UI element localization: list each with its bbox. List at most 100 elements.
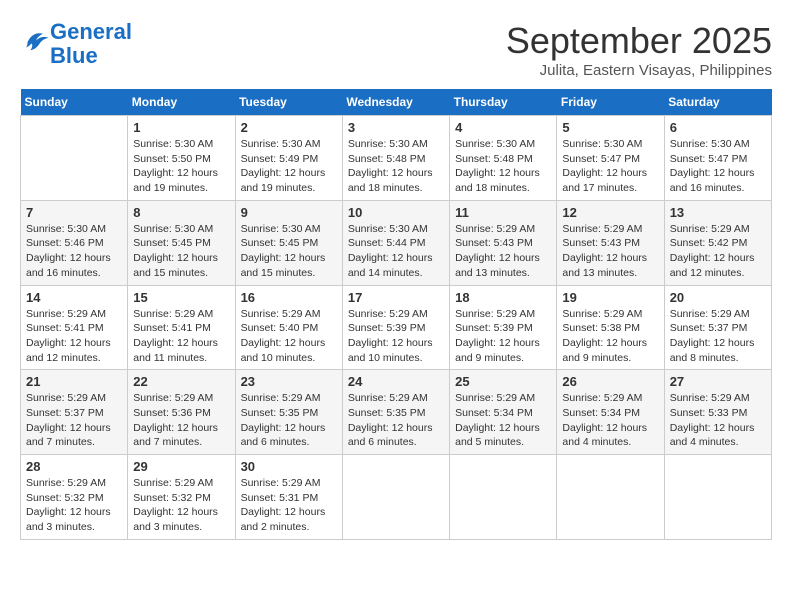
calendar-cell: 27 Sunrise: 5:29 AMSunset: 5:33 PMDayligh… [664,370,771,455]
calendar-cell: 3Sunrise: 5:30 AMSunset: 5:48 PMDaylight… [342,116,449,201]
location-subtitle: Julita, Eastern Visayas, Philippines [506,62,772,79]
page-header: General Blue September 2025 Julita, East… [20,20,772,79]
day-number: 23 [241,374,337,389]
week-row-1: 1Sunrise: 5:30 AMSunset: 5:50 PMDaylight… [21,116,772,201]
day-info: Sunrise: 5:29 AMSunset: 5:34 PMDaylight:… [455,391,551,450]
calendar-cell: 17 Sunrise: 5:29 AMSunset: 5:39 PMDayligh… [342,285,449,370]
calendar-cell [21,116,128,201]
calendar-cell: 6 Sunrise: 5:30 AMSunset: 5:47 PMDaylight… [664,116,771,201]
calendar-cell: 8Sunrise: 5:30 AMSunset: 5:45 PMDaylight… [128,200,235,285]
day-number: 25 [455,374,551,389]
day-info: Sunrise: 5:29 AMSunset: 5:38 PMDaylight:… [562,307,658,366]
calendar-cell: 29 Sunrise: 5:29 AMSunset: 5:32 PMDayligh… [128,455,235,540]
day-number: 18 [455,290,551,305]
day-info: Sunrise: 5:30 AMSunset: 5:47 PMDaylight:… [670,137,766,196]
day-info: Sunrise: 5:30 AMSunset: 5:47 PMDaylight:… [562,137,658,196]
day-info: Sunrise: 5:29 AMSunset: 5:35 PMDaylight:… [241,391,337,450]
day-info: Sunrise: 5:29 AMSunset: 5:41 PMDaylight:… [26,307,122,366]
header-saturday: Saturday [664,89,771,116]
day-info: Sunrise: 5:29 AMSunset: 5:33 PMDaylight:… [670,391,766,450]
header-thursday: Thursday [450,89,557,116]
calendar-table: SundayMondayTuesdayWednesdayThursdayFrid… [20,89,772,540]
week-row-4: 21 Sunrise: 5:29 AMSunset: 5:37 PMDayligh… [21,370,772,455]
day-number: 27 [670,374,766,389]
day-number: 19 [562,290,658,305]
day-info: Sunrise: 5:29 AMSunset: 5:35 PMDaylight:… [348,391,444,450]
day-number: 5 [562,120,658,135]
calendar-cell: 26 Sunrise: 5:29 AMSunset: 5:34 PMDayligh… [557,370,664,455]
day-number: 3 [348,120,444,135]
logo-text: General Blue [50,20,132,68]
calendar-cell: 19 Sunrise: 5:29 AMSunset: 5:38 PMDayligh… [557,285,664,370]
day-number: 24 [348,374,444,389]
day-info: Sunrise: 5:30 AMSunset: 5:49 PMDaylight:… [241,137,337,196]
day-number: 15 [133,290,229,305]
day-info: Sunrise: 5:30 AMSunset: 5:50 PMDaylight:… [133,137,229,196]
day-number: 8 [133,205,229,220]
calendar-cell: 12 Sunrise: 5:29 AMSunset: 5:43 PMDayligh… [557,200,664,285]
calendar-cell: 23 Sunrise: 5:29 AMSunset: 5:35 PMDayligh… [235,370,342,455]
day-number: 6 [670,120,766,135]
calendar-cell [342,455,449,540]
day-number: 30 [241,459,337,474]
calendar-cell: 24 Sunrise: 5:29 AMSunset: 5:35 PMDayligh… [342,370,449,455]
calendar-cell: 5 Sunrise: 5:30 AMSunset: 5:47 PMDaylight… [557,116,664,201]
calendar-cell: 14Sunrise: 5:29 AMSunset: 5:41 PMDayligh… [21,285,128,370]
calendar-cell: 15 Sunrise: 5:29 AMSunset: 5:41 PMDayligh… [128,285,235,370]
calendar-cell [664,455,771,540]
day-number: 11 [455,205,551,220]
day-info: Sunrise: 5:29 AMSunset: 5:32 PMDaylight:… [133,476,229,535]
calendar-cell: 18 Sunrise: 5:29 AMSunset: 5:39 PMDayligh… [450,285,557,370]
calendar-cell: 1Sunrise: 5:30 AMSunset: 5:50 PMDaylight… [128,116,235,201]
day-info: Sunrise: 5:29 AMSunset: 5:41 PMDaylight:… [133,307,229,366]
day-number: 22 [133,374,229,389]
calendar-cell: 25 Sunrise: 5:29 AMSunset: 5:34 PMDayligh… [450,370,557,455]
day-number: 28 [26,459,122,474]
day-info: Sunrise: 5:29 AMSunset: 5:40 PMDaylight:… [241,307,337,366]
calendar-cell: 21 Sunrise: 5:29 AMSunset: 5:37 PMDayligh… [21,370,128,455]
day-number: 16 [241,290,337,305]
logo: General Blue [20,20,132,68]
day-info: Sunrise: 5:29 AMSunset: 5:37 PMDaylight:… [26,391,122,450]
day-number: 12 [562,205,658,220]
day-info: Sunrise: 5:29 AMSunset: 5:31 PMDaylight:… [241,476,337,535]
logo-icon [22,28,50,56]
calendar-cell: 7Sunrise: 5:30 AMSunset: 5:46 PMDaylight… [21,200,128,285]
day-number: 26 [562,374,658,389]
day-info: Sunrise: 5:29 AMSunset: 5:36 PMDaylight:… [133,391,229,450]
header-sunday: Sunday [21,89,128,116]
day-info: Sunrise: 5:29 AMSunset: 5:39 PMDaylight:… [348,307,444,366]
week-row-3: 14Sunrise: 5:29 AMSunset: 5:41 PMDayligh… [21,285,772,370]
day-info: Sunrise: 5:29 AMSunset: 5:37 PMDaylight:… [670,307,766,366]
day-number: 7 [26,205,122,220]
day-number: 29 [133,459,229,474]
calendar-cell: 16 Sunrise: 5:29 AMSunset: 5:40 PMDayligh… [235,285,342,370]
day-number: 2 [241,120,337,135]
header-monday: Monday [128,89,235,116]
month-title: September 2025 [506,20,772,62]
calendar-cell: 2 Sunrise: 5:30 AMSunset: 5:49 PMDaylight… [235,116,342,201]
day-info: Sunrise: 5:29 AMSunset: 5:39 PMDaylight:… [455,307,551,366]
day-number: 13 [670,205,766,220]
day-info: Sunrise: 5:30 AMSunset: 5:44 PMDaylight:… [348,222,444,281]
calendar-cell: 20Sunrise: 5:29 AMSunset: 5:37 PMDayligh… [664,285,771,370]
day-info: Sunrise: 5:30 AMSunset: 5:45 PMDaylight:… [241,222,337,281]
header-wednesday: Wednesday [342,89,449,116]
day-number: 21 [26,374,122,389]
title-block: September 2025 Julita, Eastern Visayas, … [506,20,772,79]
day-number: 9 [241,205,337,220]
day-info: Sunrise: 5:29 AMSunset: 5:43 PMDaylight:… [562,222,658,281]
day-number: 17 [348,290,444,305]
calendar-cell: 11Sunrise: 5:29 AMSunset: 5:43 PMDayligh… [450,200,557,285]
day-info: Sunrise: 5:29 AMSunset: 5:32 PMDaylight:… [26,476,122,535]
header-row: SundayMondayTuesdayWednesdayThursdayFrid… [21,89,772,116]
day-number: 4 [455,120,551,135]
day-number: 10 [348,205,444,220]
calendar-cell [557,455,664,540]
header-tuesday: Tuesday [235,89,342,116]
header-friday: Friday [557,89,664,116]
day-info: Sunrise: 5:29 AMSunset: 5:34 PMDaylight:… [562,391,658,450]
calendar-cell: 13 Sunrise: 5:29 AMSunset: 5:42 PMDayligh… [664,200,771,285]
day-info: Sunrise: 5:30 AMSunset: 5:48 PMDaylight:… [455,137,551,196]
day-info: Sunrise: 5:29 AMSunset: 5:42 PMDaylight:… [670,222,766,281]
